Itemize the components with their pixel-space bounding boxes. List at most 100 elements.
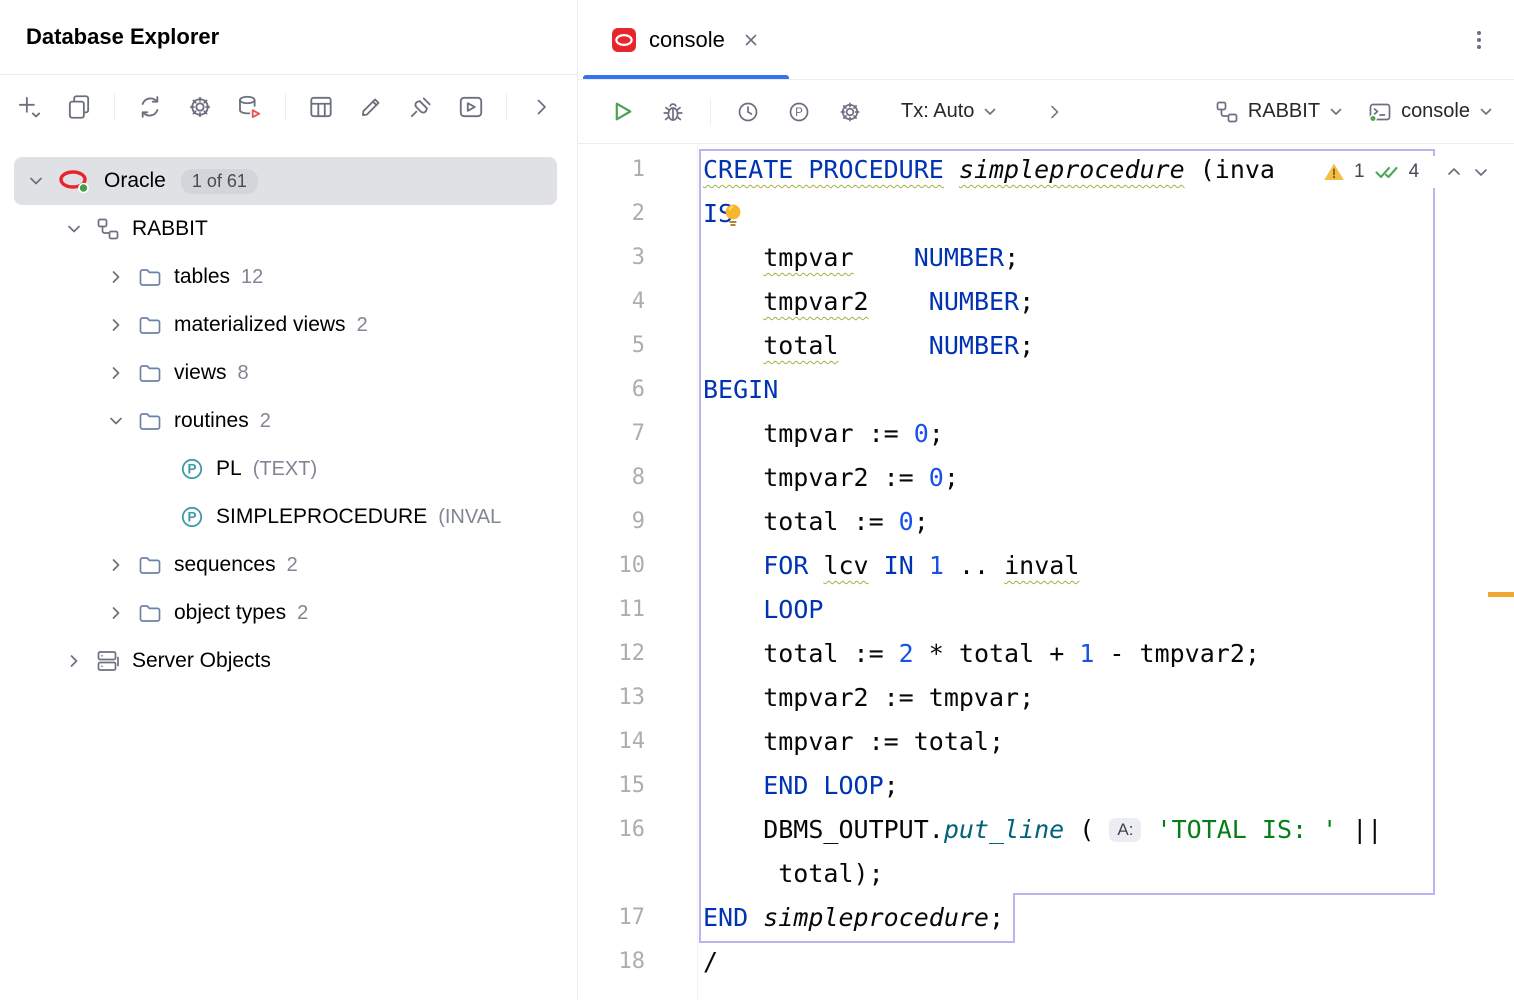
sql-editor[interactable]: 1CREATE PROCEDURE simpleprocedure (inva2… [578,144,1514,1000]
refresh-button[interactable] [135,92,165,122]
schema-label: RABBIT [1248,100,1320,123]
code-text: END LOOP; [703,764,899,808]
tree-item-oracle[interactable]: Oracle1 of 61 [14,157,557,205]
chevron-down-icon[interactable] [26,171,46,191]
more-button[interactable] [527,92,557,122]
schema-selector[interactable]: RABBIT [1214,99,1344,125]
history-button[interactable] [734,98,762,126]
code-text: tmpvar := total; [703,720,1004,764]
tree-item-pl[interactable]: PPL(TEXT) [0,445,577,493]
add-button[interactable] [14,92,44,122]
chevron-right-icon[interactable] [106,555,126,575]
panel-title: Database Explorer [26,24,219,50]
tree-item-label: SIMPLEPROCEDURE [216,505,427,529]
code-line[interactable]: 6BEGIN [578,368,1514,412]
code-line[interactable]: 15 END LOOP; [578,764,1514,808]
session-selector[interactable]: console [1367,99,1494,125]
code-line[interactable]: 7 tmpvar := 0; [578,412,1514,456]
code-line[interactable]: total); [578,852,1514,896]
schema-icon [1214,99,1240,125]
intention-bulb-icon[interactable] [720,201,746,231]
chevron-right-icon[interactable] [64,651,84,671]
code-line[interactable]: 17END simpleprocedure; [578,896,1514,940]
chevron-right-icon[interactable] [106,603,126,623]
code-text: / [703,940,718,984]
double-check-icon [1374,159,1400,185]
data-source-properties-button[interactable] [235,92,265,122]
tree-item-routines[interactable]: routines2 [0,397,577,445]
tree-item-label: views [174,361,227,385]
code-line[interactable]: 18/ [578,940,1514,984]
code-line[interactable]: 10 FOR lcv IN 1 .. inval [578,544,1514,588]
warning-icon [1323,161,1345,183]
code-line[interactable]: 8 tmpvar2 := 0; [578,456,1514,500]
toolbar-divider [285,94,286,120]
settings-button[interactable] [185,92,215,122]
scrollbar-warning-stripe[interactable] [1488,592,1514,597]
code-text: tmpvar2 := 0; [703,456,959,500]
debug-button[interactable] [659,98,687,126]
query-console-button[interactable] [456,92,486,122]
line-number: 3 [578,236,703,280]
code-line[interactable]: 13 tmpvar2 := tmpvar; [578,676,1514,720]
svg-text:P: P [187,462,196,477]
tree-item-label: PL [216,457,242,481]
tree-item-rabbit[interactable]: RABBIT [0,205,577,253]
edit-button[interactable] [356,92,386,122]
tree-item-tables[interactable]: tables12 [0,253,577,301]
tree-item-materialized-views[interactable]: materialized views2 [0,301,577,349]
folder-icon [137,600,163,626]
line-number: 2 [578,192,703,236]
tree-item-simpleprocedure[interactable]: PSIMPLEPROCEDURE(INVAL [0,493,577,541]
code-line[interactable]: 14 tmpvar := total; [578,720,1514,764]
tree-item-sequences[interactable]: sequences2 [0,541,577,589]
inspection-widget[interactable]: 1 4 [1313,156,1500,188]
item-count: 12 [241,266,263,289]
chevron-up-icon[interactable] [1445,163,1463,181]
line-number: 10 [578,544,703,588]
close-icon[interactable] [741,30,761,50]
bug-icon [660,99,686,125]
tree-item-object-types[interactable]: object types2 [0,589,577,637]
code-line[interactable]: 5 total NUMBER; [578,324,1514,368]
tx-mode-dropdown[interactable]: Tx: Auto [901,100,998,123]
code-line[interactable]: 11 LOOP [578,588,1514,632]
code-lines: 1CREATE PROCEDURE simpleprocedure (inva2… [578,144,1514,984]
refresh-icon [136,93,164,121]
line-number: 9 [578,500,703,544]
code-line[interactable]: 9 total := 0; [578,500,1514,544]
chevron-down-icon[interactable] [1472,163,1490,181]
data-source-properties-icon [236,93,264,121]
tree-item-server-objects[interactable]: Server Objects [0,637,577,685]
hidden-toolbar-items-chevron-icon[interactable] [1041,98,1069,126]
code-text: total := 0; [703,500,929,544]
server-icon [95,648,121,674]
chevron-down-icon[interactable] [106,411,126,431]
code-line[interactable]: 16 DBMS_OUTPUT.put_line ( A: 'TOTAL IS: … [578,808,1514,852]
code-line[interactable]: 12 total := 2 * total + 1 - tmpvar2; [578,632,1514,676]
tree-item-views[interactable]: views8 [0,349,577,397]
editor-tab-bar: console [578,0,1514,80]
duplicate-button[interactable] [64,92,94,122]
line-number: 14 [578,720,703,764]
chevron-right-icon[interactable] [106,363,126,383]
settings-button[interactable] [836,98,864,126]
item-count: 2 [357,314,368,337]
disconnect-button[interactable] [406,92,436,122]
code-line[interactable]: 4 tmpvar2 NUMBER; [578,280,1514,324]
tab-console[interactable]: console [583,0,789,79]
session-label: console [1401,100,1470,123]
circled-p-icon: P [786,99,812,125]
chevron-right-icon[interactable] [106,267,126,287]
code-line[interactable]: 2IS [578,192,1514,236]
chevron-spacer [148,459,168,479]
chevron-down-icon[interactable] [64,219,84,239]
kebab-menu-icon[interactable] [1466,27,1492,53]
table-button[interactable] [306,92,336,122]
editor-panel: console P Tx: Auto R [578,0,1514,1000]
code-line[interactable]: 3 tmpvar NUMBER; [578,236,1514,280]
chevron-right-icon[interactable] [106,315,126,335]
schema-icon [95,216,121,242]
dbms-output-button[interactable]: P [785,98,813,126]
run-button[interactable] [608,98,636,126]
